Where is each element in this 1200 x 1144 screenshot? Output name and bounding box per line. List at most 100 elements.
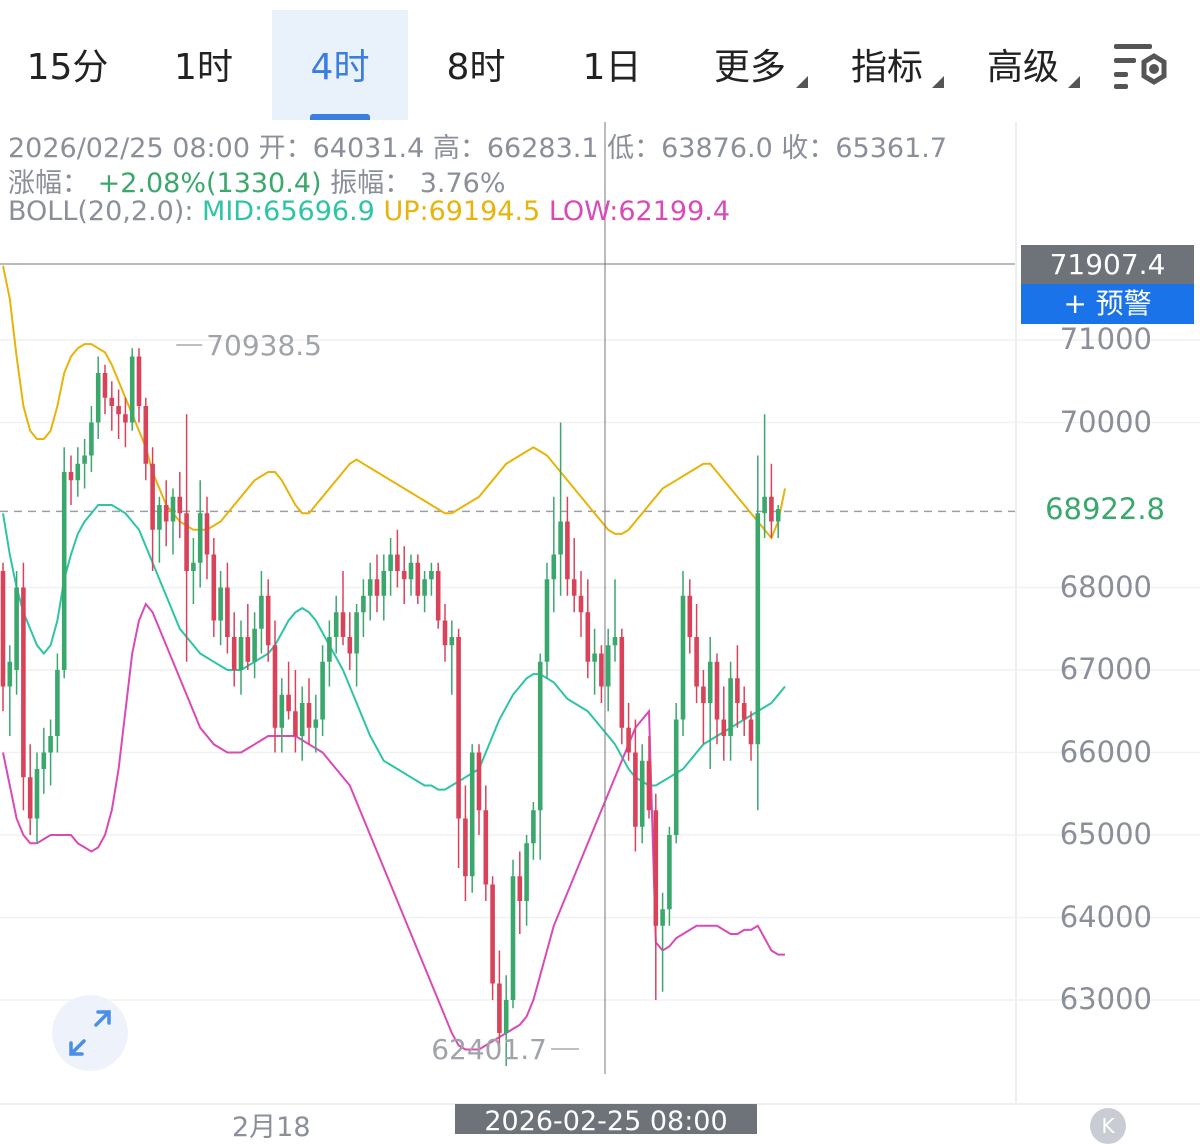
candle-body [143,406,149,464]
candle [313,694,319,753]
candle [204,496,210,580]
y-tick-label: 71000 [1059,322,1152,356]
candle [626,703,631,761]
candle [252,612,257,679]
candle-body [68,472,74,481]
candle-body [435,571,441,621]
candle-body [483,810,489,885]
chart-grid [0,122,1200,1105]
candle-body [646,760,652,811]
candle [415,554,421,604]
candle [27,744,33,835]
candle [48,719,53,786]
candle [265,579,271,662]
expand-icon [69,1010,111,1056]
candle [435,562,441,629]
candle-body [299,703,305,736]
change-row: 涨幅： +2.08%(1330.4) 振幅： 3.76% [8,161,506,200]
candle-body [0,571,6,687]
candle-body [129,356,135,423]
candle [673,703,679,844]
candle [177,472,183,538]
candle [741,686,747,736]
candle [225,562,230,654]
tab-indicators[interactable]: 指标 [832,10,942,120]
tab-advanced[interactable]: 高级 [968,10,1078,120]
candle [55,653,60,753]
candle [694,604,699,703]
candle [157,496,162,563]
candle-body [197,513,203,563]
candle [41,727,47,794]
candle [469,744,475,893]
tab-more[interactable]: 更多 [695,10,805,120]
candle-body [231,637,237,670]
candle [340,571,346,646]
candle-body [571,579,577,596]
last-price-label: 68922.8 [1045,492,1165,526]
candle [7,645,13,736]
candle-body [191,562,196,571]
candle [231,612,237,687]
boll-low: LOW:62199.4 [548,196,731,227]
candle-body [55,670,60,736]
candle-body [735,678,740,703]
change-label: 涨幅： [8,168,89,199]
candle [136,348,142,423]
candle-body [463,818,468,877]
candle [184,414,189,662]
high-value: 66283.1 [486,133,599,164]
candle [68,455,74,505]
candle [490,876,495,1000]
chart-settings-button[interactable] [1112,38,1174,92]
candle [524,835,529,926]
candle-body [605,645,611,687]
candle-body [21,587,26,778]
y-tick-label: 63000 [1059,982,1152,1016]
fullscreen-button[interactable] [52,995,128,1071]
candle [123,397,128,448]
boll-label: BOLL(20,2.0): [8,196,194,227]
tab-1d[interactable]: 1日 [544,10,680,120]
candle [558,422,563,596]
candle-body [157,505,162,530]
candle-body [361,595,366,613]
candle-body [510,876,516,1000]
candle [714,653,720,745]
candle-body [653,810,659,926]
candle-body [340,612,346,637]
candle-body [136,356,142,406]
candle [585,579,591,679]
candle-body [7,661,13,687]
candle-body [286,694,291,712]
candle-body [490,884,495,984]
candle [653,793,659,1000]
boll-mid: MID:65696.9 [202,196,375,227]
candle-body [408,562,414,580]
tab-15m[interactable]: 15分 [0,10,135,120]
candle [279,678,285,753]
candle [354,604,359,687]
candle [95,356,101,439]
candle [333,595,339,654]
candle [605,628,611,712]
crosshair-time-tag: 2026-02-25 08:00 [455,1104,757,1137]
candle-body [592,653,597,662]
tab-8h[interactable]: 8时 [408,10,544,120]
candle [34,752,40,844]
candle-body [163,505,169,522]
candle-body [544,579,550,662]
add-alert-button[interactable]: + 预警 [1021,284,1194,324]
kline-badge-icon[interactable]: K [1090,1108,1126,1144]
candle [82,439,87,489]
candle [129,348,135,431]
boll-up: UP:69194.5 [383,196,541,227]
tab-1h[interactable]: 1时 [135,10,272,120]
candle-body [476,752,482,811]
candle-body [578,595,584,613]
boll-line-low [2,602,785,1051]
candle [748,711,754,761]
tab-4h[interactable]: 4时 [272,10,408,120]
candle-body [279,694,285,728]
candle-body [272,645,278,728]
